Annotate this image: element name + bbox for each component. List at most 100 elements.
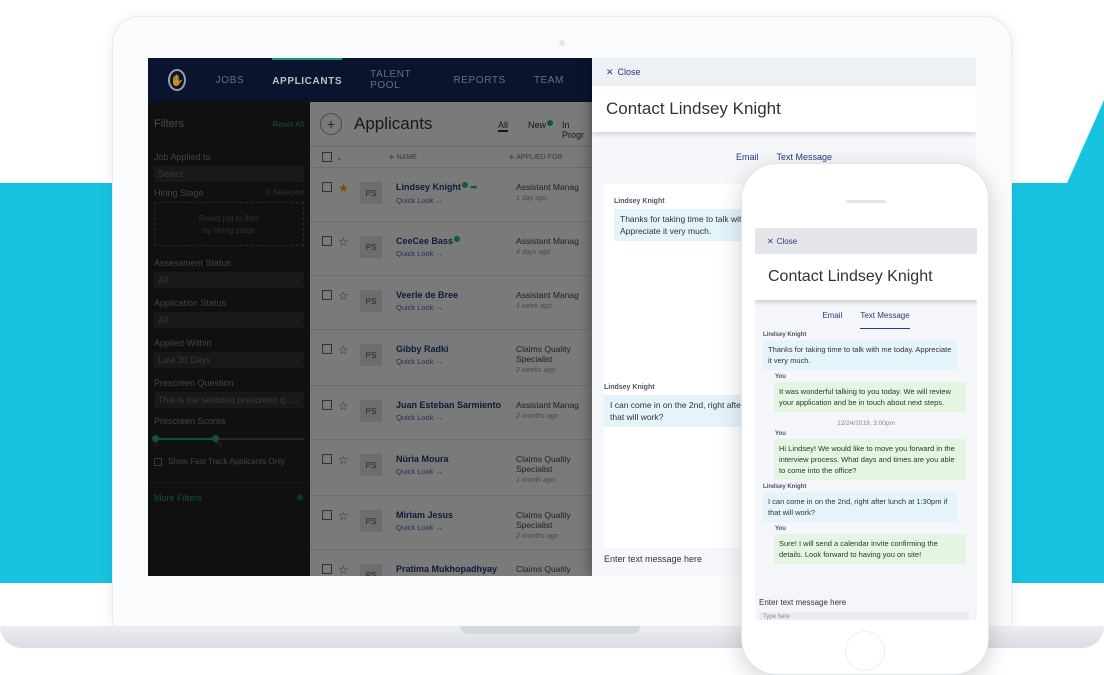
add-applicant-button[interactable]: +	[320, 113, 342, 135]
candidate-name-text[interactable]: Pratima Mukhopadhyay	[396, 564, 497, 574]
close-bar[interactable]: ✕ Close	[592, 58, 976, 86]
candidate-name-text[interactable]: Lindsey Knight	[396, 182, 461, 192]
mobile-message-input[interactable]: Type here	[759, 612, 969, 620]
candidate-name-text[interactable]: Núria Moura	[396, 454, 449, 464]
applied-within-select[interactable]: Last 30 Days ⌄	[154, 352, 304, 368]
close-label[interactable]: Close	[618, 67, 641, 77]
table-row[interactable]: ☆ PS Gibby Radki Quick Look → Claims Quality…	[310, 330, 592, 386]
quick-look-link[interactable]: Quick Look →	[396, 467, 516, 476]
star-icon[interactable]: ☆	[338, 454, 352, 466]
star-icon[interactable]: ★	[338, 182, 352, 194]
mobile-close-bar[interactable]: ✕ Close	[755, 228, 977, 254]
slider-min-handle[interactable]	[152, 435, 159, 442]
applied-ago: 1 week ago	[516, 303, 552, 310]
close-icon[interactable]: ✕	[606, 67, 614, 78]
table-row[interactable]: ☆ PS Juan Esteban Sarmiento Quick Look → Ass…	[310, 386, 592, 440]
message-bubble: Sure! I will send a calendar invite conf…	[774, 534, 966, 564]
nav-applicants[interactable]: APPLICANTS	[272, 58, 343, 102]
assessment-status-select[interactable]: All ⌄	[154, 272, 304, 288]
quick-look-link[interactable]: Quick Look →	[396, 357, 516, 366]
avatar: PS	[360, 510, 382, 532]
table-row[interactable]: ☆ PS Veerle de Bree Quick Look → Assistant M…	[310, 276, 592, 330]
candidate-name[interactable]: Veerle de Bree	[396, 290, 516, 300]
table-row[interactable]: ☆ PS Núria Moura Quick Look → Claims Quality…	[310, 440, 592, 496]
nav-team[interactable]: TEAM	[534, 58, 564, 102]
candidate-name[interactable]: Lindsey Knight ➦	[396, 182, 516, 193]
phone-screen: ✕ Close Contact Lindsey Knight Email Tex…	[755, 228, 977, 620]
row-checkbox[interactable]	[322, 236, 332, 246]
quick-look-link[interactable]: Quick Look →	[396, 249, 516, 258]
quick-look-link[interactable]: Quick Look →	[396, 303, 516, 312]
row-checkbox[interactable]	[322, 400, 332, 410]
candidate-name[interactable]: CeeCee Bass	[396, 236, 516, 246]
candidate-cell: Gibby Radki Quick Look →	[396, 344, 516, 366]
nav-reports[interactable]: REPORTS	[453, 58, 505, 102]
mobile-tab-text-message[interactable]: Text Message	[860, 311, 910, 329]
nav-jobs[interactable]: JOBS	[216, 58, 245, 102]
row-checkbox[interactable]	[322, 344, 332, 354]
prescreen-scores-slider[interactable]	[152, 435, 304, 442]
applied-ago: 2 months ago	[516, 533, 559, 540]
candidate-name-text[interactable]: Veerle de Bree	[396, 290, 458, 300]
avatar: PS	[360, 182, 382, 204]
fast-track-checkbox[interactable]	[154, 457, 162, 466]
column-name[interactable]: ≑ NAME	[389, 153, 417, 161]
star-icon[interactable]: ☆	[338, 290, 352, 302]
message-sender: You	[775, 431, 786, 437]
table-row[interactable]: ☆ PS Pratima MukhopadhyayQuick Look →Claim…	[310, 550, 592, 576]
applied-for-job: Assistant Manag	[516, 290, 579, 300]
table-row[interactable]: ☆ PS Miriam Jesus Quick Look → Claims Qualit…	[310, 496, 592, 550]
tab-new[interactable]: New	[528, 120, 554, 130]
tab-in-progress[interactable]: In Progr	[562, 120, 592, 140]
quick-look-link[interactable]: Quick Look →	[396, 523, 516, 532]
candidate-name-text[interactable]: Juan Esteban Sarmiento	[396, 400, 501, 410]
candidate-name-text[interactable]: Gibby Radki	[396, 344, 449, 354]
candidate-name-text[interactable]: Miriam Jesus	[396, 510, 453, 520]
star-icon[interactable]: ☆	[338, 400, 352, 412]
candidate-cell: Lindsey Knight ➦ Quick Look →	[396, 182, 516, 205]
table-row[interactable]: ★ PS Lindsey Knight ➦ Quick Look → Assistant …	[310, 168, 592, 222]
candidate-name-text[interactable]: CeeCee Bass	[396, 236, 453, 246]
candidate-name[interactable]: Gibby Radki	[396, 344, 516, 354]
star-icon[interactable]: ☆	[338, 344, 352, 356]
star-icon[interactable]: ☆	[338, 564, 352, 576]
candidate-name[interactable]: Miriam Jesus	[396, 510, 516, 520]
more-filters-label[interactable]: More Filters	[154, 493, 202, 503]
fast-track-checkbox-row[interactable]: Show Fast Track Applicants Only	[148, 457, 310, 466]
laptop-notch	[460, 626, 640, 634]
column-applied-for[interactable]: ≑ APPLIED FOR	[509, 153, 563, 161]
select-all-checkbox[interactable]	[322, 152, 332, 162]
app-logo-icon[interactable]: ✋	[168, 69, 186, 91]
table-row[interactable]: ☆ PS CeeCee Bass Quick Look → Assistant Mana…	[310, 222, 592, 276]
row-checkbox[interactable]	[322, 510, 332, 520]
nav-talent-pool[interactable]: TALENT POOL	[370, 58, 425, 102]
row-checkbox[interactable]	[322, 564, 332, 574]
more-filters-row[interactable]: More Filters ⊕	[148, 482, 310, 512]
job-applied-select[interactable]: Select ⌄	[154, 166, 304, 182]
candidate-name[interactable]: Pratima Mukhopadhyay	[396, 564, 516, 574]
plus-circle-icon[interactable]: ⊕	[296, 492, 304, 503]
row-checkbox[interactable]	[322, 290, 332, 300]
mobile-tab-email[interactable]: Email	[822, 311, 842, 329]
application-status-select[interactable]: All ⌄	[154, 312, 304, 328]
fast-track-label: Show Fast Track Applicants Only	[168, 457, 285, 466]
table-header: ⌄ ≑ NAME ≑ APPLIED FOR	[310, 146, 592, 168]
star-icon[interactable]: ☆	[338, 236, 352, 248]
reset-filters-link[interactable]: Reset All	[272, 120, 304, 129]
quick-look-link[interactable]: Quick Look →	[396, 413, 516, 422]
phone-speaker	[846, 200, 886, 203]
star-icon[interactable]: ☆	[338, 510, 352, 522]
row-checkbox[interactable]	[322, 182, 332, 192]
mobile-close-label[interactable]: Close	[777, 237, 797, 246]
close-icon[interactable]: ✕	[767, 237, 774, 246]
tab-email[interactable]: Email	[736, 152, 759, 168]
prescreen-question-select[interactable]: This is the selected prescreen q... ⌄	[154, 392, 304, 408]
filters-header: Filters Reset All	[148, 102, 310, 146]
chevron-down-icon[interactable]: ⌄	[336, 153, 343, 162]
tab-all[interactable]: All	[498, 120, 509, 132]
row-checkbox[interactable]	[322, 454, 332, 464]
slider-max-handle[interactable]	[212, 435, 219, 442]
candidate-name[interactable]: Juan Esteban Sarmiento	[396, 400, 516, 410]
candidate-name[interactable]: Núria Moura	[396, 454, 516, 464]
quick-look-link[interactable]: Quick Look →	[396, 196, 516, 205]
